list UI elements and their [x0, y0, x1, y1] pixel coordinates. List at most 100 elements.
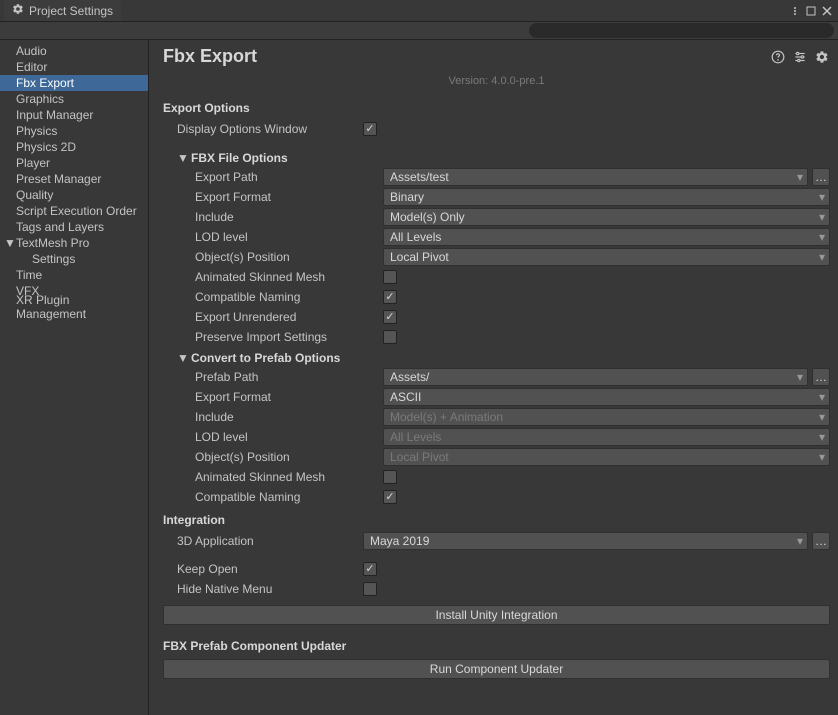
- label-prefab-lod-level: LOD level: [163, 430, 363, 444]
- sidebar-item-label: Quality: [16, 188, 53, 202]
- sidebar-item-textmesh-pro[interactable]: ▼TextMesh Pro: [0, 235, 148, 251]
- chevron-down-icon: ▾: [819, 250, 825, 264]
- sidebar-item-label: Physics 2D: [16, 140, 76, 154]
- checkbox-keep-open[interactable]: [363, 562, 377, 576]
- titlebar-tab[interactable]: Project Settings: [4, 0, 121, 21]
- sidebar-item-script-execution-order[interactable]: Script Execution Order: [0, 203, 148, 219]
- kebab-icon[interactable]: [788, 4, 802, 18]
- sidebar-item-label: Physics: [16, 124, 57, 138]
- sidebar-item-physics-2d[interactable]: Physics 2D: [0, 139, 148, 155]
- browse-button-export-path[interactable]: …: [812, 168, 830, 186]
- sidebar-item-time[interactable]: Time: [0, 267, 148, 283]
- dropdown-objects-position[interactable]: Local Pivot ▾: [383, 248, 830, 266]
- search-input[interactable]: [529, 23, 834, 38]
- dropdown-lod-level[interactable]: All Levels ▾: [383, 228, 830, 246]
- sidebar-item-xr-plugin-management[interactable]: XR Plugin Management: [0, 299, 148, 315]
- section-fbx-prefab-updater: FBX Prefab Component Updater: [163, 639, 830, 653]
- label-prefab-export-format: Export Format: [163, 390, 363, 404]
- chevron-down-icon: ▾: [819, 430, 825, 444]
- label-3d-application: 3D Application: [163, 534, 363, 548]
- dropdown-prefab-objects-position[interactable]: Local Pivot ▾: [383, 448, 830, 466]
- foldout-convert-to-prefab[interactable]: ▼ Convert to Prefab Options: [177, 351, 830, 365]
- sidebar-item-label: Script Execution Order: [16, 204, 137, 218]
- sidebar-item-label: Graphics: [16, 92, 64, 106]
- label-export-path: Export Path: [163, 170, 363, 184]
- chevron-down-icon: ▼: [177, 351, 189, 365]
- chevron-down-icon: ▾: [819, 450, 825, 464]
- gear-icon[interactable]: [814, 49, 830, 65]
- label-prefab-path: Prefab Path: [163, 370, 363, 384]
- label-keep-open: Keep Open: [163, 562, 363, 576]
- sidebar-item-label: Audio: [16, 44, 47, 58]
- maximize-icon[interactable]: [804, 4, 818, 18]
- label-objects-position: Object(s) Position: [163, 250, 363, 264]
- chevron-down-icon: ▾: [797, 170, 803, 184]
- checkbox-animated-skinned-mesh[interactable]: [383, 270, 397, 284]
- chevron-down-icon: ▾: [819, 390, 825, 404]
- label-export-format: Export Format: [163, 190, 363, 204]
- browse-button-prefab-path[interactable]: …: [812, 368, 830, 386]
- label-include: Include: [163, 210, 363, 224]
- sidebar-item-label: Player: [16, 156, 50, 170]
- sidebar-item-fbx-export[interactable]: Fbx Export: [0, 75, 148, 91]
- sidebar-item-label: Editor: [16, 60, 47, 74]
- sidebar-item-quality[interactable]: Quality: [0, 187, 148, 203]
- sidebar-item-input-manager[interactable]: Input Manager: [0, 107, 148, 123]
- sidebar-item-settings[interactable]: Settings: [0, 251, 148, 267]
- sidebar-item-label: Time: [16, 268, 42, 282]
- checkbox-hide-native-menu[interactable]: [363, 582, 377, 596]
- dropdown-prefab-export-format[interactable]: ASCII ▾: [383, 388, 830, 406]
- label-compatible-naming: Compatible Naming: [163, 290, 363, 304]
- settings-sliders-icon[interactable]: [792, 49, 808, 65]
- browse-button-3d-application[interactable]: …: [812, 532, 830, 550]
- dropdown-export-path[interactable]: Assets/test ▾: [383, 168, 808, 186]
- search-row: [0, 22, 838, 40]
- sidebar-item-preset-manager[interactable]: Preset Manager: [0, 171, 148, 187]
- checkbox-prefab-compatible-naming[interactable]: [383, 490, 397, 504]
- sidebar-item-label: XR Plugin Management: [16, 293, 142, 321]
- section-export-options: Export Options: [163, 101, 830, 115]
- sidebar-item-tags-and-layers[interactable]: Tags and Layers: [0, 219, 148, 235]
- help-icon[interactable]: [770, 49, 786, 65]
- label-preserve-import-settings: Preserve Import Settings: [163, 330, 363, 344]
- sidebar-item-player[interactable]: Player: [0, 155, 148, 171]
- foldout-fbx-file-options[interactable]: ▼ FBX File Options: [177, 151, 830, 165]
- sidebar-item-audio[interactable]: Audio: [0, 43, 148, 59]
- label-display-options-window: Display Options Window: [163, 122, 363, 136]
- checkbox-export-unrendered[interactable]: [383, 310, 397, 324]
- version-text: Version: 4.0.0-pre.1: [163, 75, 830, 87]
- chevron-down-icon: ▾: [819, 230, 825, 244]
- sidebar-item-physics[interactable]: Physics: [0, 123, 148, 139]
- checkbox-preserve-import-settings[interactable]: [383, 330, 397, 344]
- label-prefab-animated-skinned-mesh: Animated Skinned Mesh: [163, 470, 363, 484]
- chevron-down-icon: ▼: [4, 236, 16, 250]
- titlebar: Project Settings: [0, 0, 838, 22]
- window-title: Project Settings: [29, 4, 113, 18]
- checkbox-display-options-window[interactable]: [363, 122, 377, 136]
- dropdown-prefab-include[interactable]: Model(s) + Animation ▾: [383, 408, 830, 426]
- sidebar-item-label: Tags and Layers: [16, 220, 104, 234]
- page-title: Fbx Export: [163, 46, 257, 67]
- close-icon[interactable]: [820, 4, 834, 18]
- sidebar-item-editor[interactable]: Editor: [0, 59, 148, 75]
- dropdown-3d-application[interactable]: Maya 2019 ▾: [363, 532, 808, 550]
- label-export-unrendered: Export Unrendered: [163, 310, 363, 324]
- checkbox-compatible-naming[interactable]: [383, 290, 397, 304]
- sidebar-item-label: Preset Manager: [16, 172, 101, 186]
- chevron-down-icon: ▾: [797, 370, 803, 384]
- label-animated-skinned-mesh: Animated Skinned Mesh: [163, 270, 363, 284]
- dropdown-prefab-lod-level[interactable]: All Levels ▾: [383, 428, 830, 446]
- sidebar-item-label: Input Manager: [16, 108, 93, 122]
- dropdown-export-format[interactable]: Binary ▾: [383, 188, 830, 206]
- label-prefab-compatible-naming: Compatible Naming: [163, 490, 363, 504]
- dropdown-prefab-path[interactable]: Assets/ ▾: [383, 368, 808, 386]
- checkbox-prefab-animated-skinned-mesh[interactable]: [383, 470, 397, 484]
- install-unity-integration-button[interactable]: Install Unity Integration: [163, 605, 830, 625]
- chevron-down-icon: ▾: [819, 210, 825, 224]
- dropdown-include[interactable]: Model(s) Only ▾: [383, 208, 830, 226]
- run-component-updater-button[interactable]: Run Component Updater: [163, 659, 830, 679]
- gear-icon: [12, 3, 24, 18]
- sidebar-item-graphics[interactable]: Graphics: [0, 91, 148, 107]
- label-lod-level: LOD level: [163, 230, 363, 244]
- chevron-down-icon: ▼: [177, 151, 189, 165]
